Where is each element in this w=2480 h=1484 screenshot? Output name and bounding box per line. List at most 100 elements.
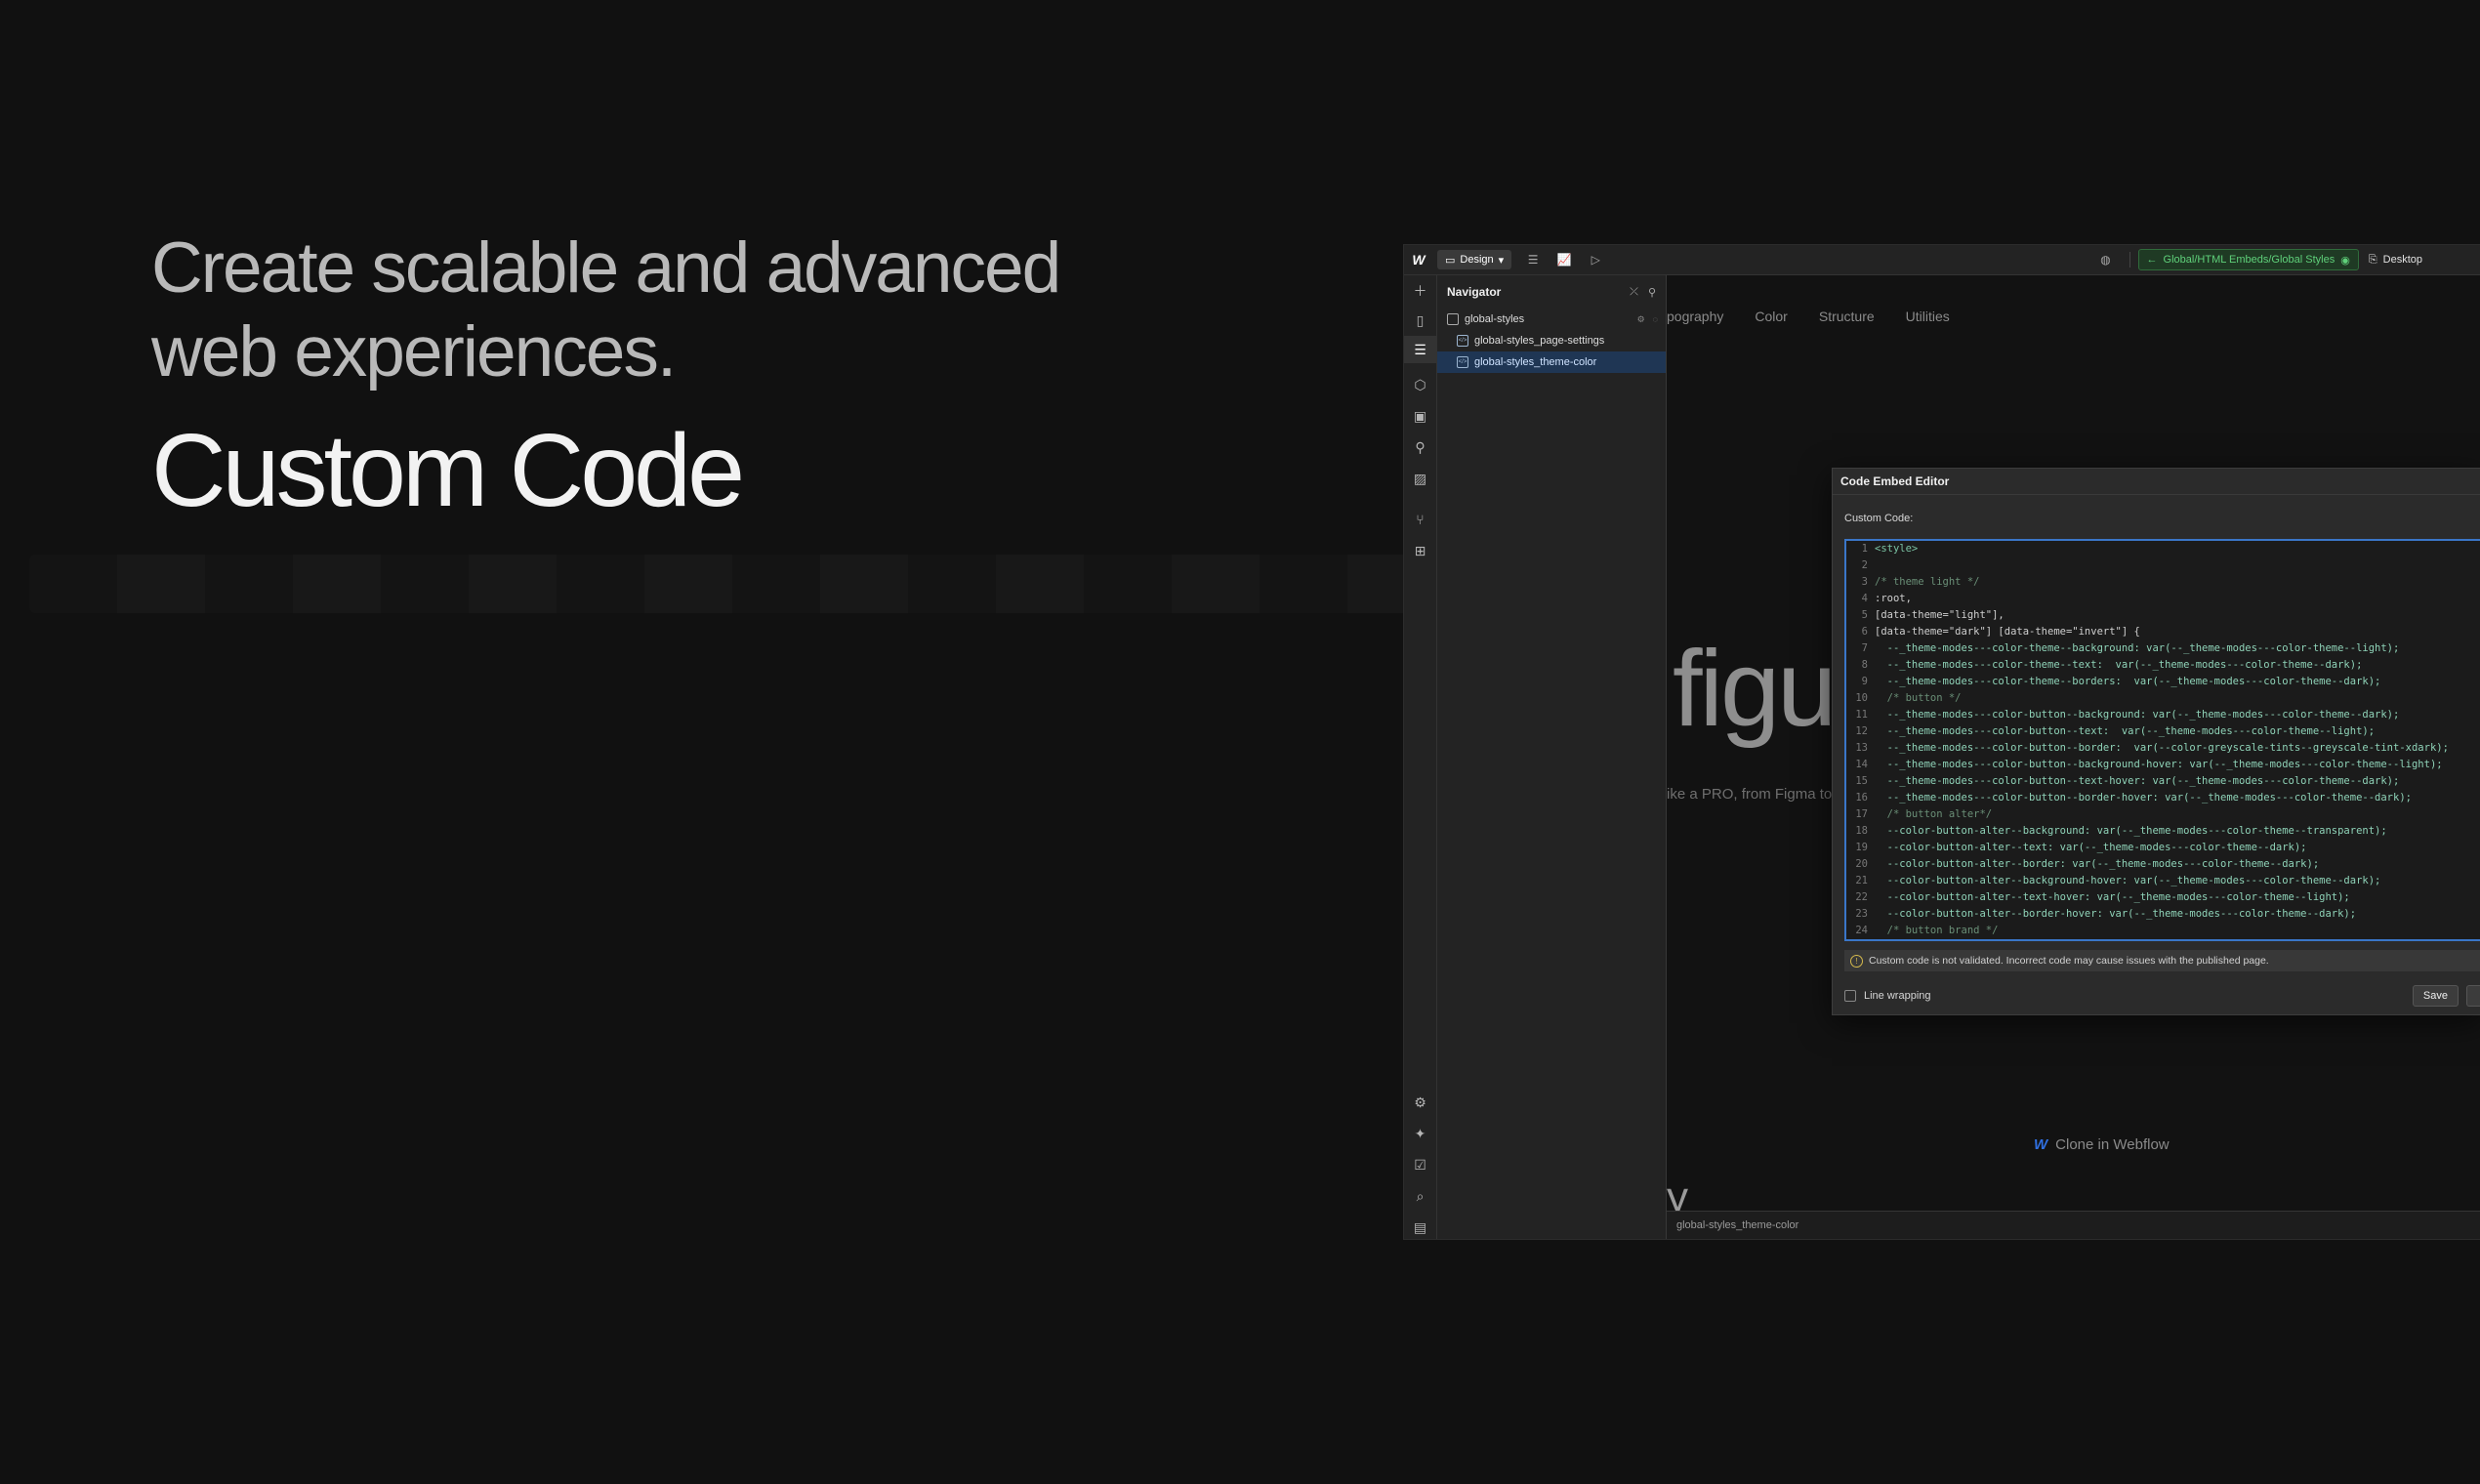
audit-icon[interactable]: ☑ (1404, 1151, 1436, 1178)
navigator-title: Navigator (1447, 285, 1502, 299)
components-icon[interactable]: ⬡ (1404, 371, 1436, 398)
modal-title[interactable]: Code Embed Editor (1833, 469, 2480, 495)
code-line[interactable]: 6 [data-theme="dark"] [data-theme="invert… (1846, 624, 2480, 640)
warning-icon: ! (1850, 954, 1863, 968)
breadcrumb-item[interactable]: global-styles_theme-color (1676, 1219, 1798, 1231)
add-icon[interactable]: ＋ (1404, 277, 1436, 305)
code-line[interactable]: 11 --_theme-modes---color-button--backgr… (1846, 707, 2480, 723)
settings-icon[interactable]: ⚙ (1637, 314, 1645, 325)
code-editor[interactable]: 1 <style> 2 3/* theme light */ 4 :root, 5 [data… (1844, 539, 2480, 941)
save-button[interactable]: Save (2412, 985, 2459, 1007)
code-line[interactable]: 9 --_theme-modes---color-theme--borders:… (1846, 674, 2480, 690)
code-text: /* button alter*/ (1875, 808, 1993, 820)
code-line[interactable]: 2 (1846, 557, 2480, 574)
line-number: 24 (1855, 925, 1868, 936)
canvas-fragment: y (1667, 1174, 1688, 1212)
code-line[interactable]: 19 --color-button-alter--text: var(--_th… (1846, 840, 2480, 856)
element-box-icon (1447, 313, 1459, 325)
code-line[interactable]: 3 /* theme light */ (1846, 574, 2480, 591)
canvas-tab[interactable]: Color (1755, 309, 1787, 324)
code-line[interactable]: 13 --_theme-modes---color-button--border… (1846, 740, 2480, 757)
canvas-tab[interactable]: Utilities (1906, 309, 1950, 324)
canvas-tab[interactable]: pography (1667, 309, 1723, 324)
embed-icon: </> (1457, 356, 1468, 368)
code-line[interactable]: 21 --color-button-alter--background-hove… (1846, 873, 2480, 889)
code-text: --color-button-alter--text: var(--_theme… (1875, 842, 2307, 853)
hero-title: Custom Code (151, 413, 745, 528)
line-number: 2 (1861, 559, 1868, 571)
styles-icon[interactable]: ▣ (1404, 402, 1436, 430)
left-toolbar: ＋ ▯ ☰ ⬡ ▣ ⚲ ▨ ⑂ ⊞ ⚙ ✦ ☑ ⌕ ▤ (1404, 275, 1437, 1239)
code-line[interactable]: 15 --_theme-modes---color-button--text-h… (1846, 773, 2480, 790)
code-line[interactable]: 18 --color-button-alter--background: var… (1846, 823, 2480, 840)
collapse-icon[interactable]: ⤫ (1630, 286, 1638, 299)
pages-icon[interactable]: ▯ (1404, 307, 1436, 334)
code-text: --color-button-alter--border: var(--_the… (1875, 858, 2320, 870)
code-line[interactable]: 10 /* button */ (1846, 690, 2480, 707)
code-line[interactable]: 8 --_theme-modes---color-theme--text: va… (1846, 657, 2480, 674)
settings-icon[interactable]: ⚙ (1404, 1089, 1436, 1116)
mode-switcher[interactable]: ▭ Design ▾ (1437, 250, 1512, 269)
preview-play-icon[interactable]: ▷ (1580, 245, 1611, 274)
code-text: /* button */ (1875, 692, 1962, 704)
assets-icon[interactable]: ▨ (1404, 465, 1436, 492)
pin-icon[interactable]: ⚲ (1648, 286, 1656, 299)
close-button[interactable] (2466, 985, 2480, 1007)
logic-icon[interactable]: ⑂ (1404, 506, 1436, 533)
chevron-down-icon: ▾ (1498, 254, 1505, 267)
line-wrapping-checkbox[interactable] (1844, 990, 1856, 1002)
visibility-icon[interactable]: ◌ (1653, 314, 1658, 324)
device-label: Desktop (2382, 254, 2422, 266)
code-text: --_theme-modes---color-button--border: v… (1875, 742, 2449, 754)
code-line[interactable]: 20 --color-button-alter--border: var(--_… (1846, 856, 2480, 873)
arrow-left-icon: ← (2146, 254, 2158, 266)
nav-item-label: global-styles_page-settings (1474, 335, 1605, 347)
cms-icon[interactable]: ☰ (1517, 245, 1549, 274)
site-plans-icon[interactable]: ▤ (1404, 1214, 1436, 1239)
nav-item-page-settings[interactable]: </> global-styles_page-settings (1437, 330, 1666, 351)
line-number: 15 (1855, 775, 1868, 787)
code-text: :root, (1875, 593, 1912, 604)
line-number: 10 (1855, 692, 1868, 704)
canvas-heading: figu (1673, 629, 1837, 749)
line-number: 4 (1861, 593, 1868, 604)
clone-in-webflow-link[interactable]: W Clone in Webflow (2034, 1136, 2170, 1153)
line-number: 20 (1855, 858, 1868, 870)
code-line[interactable]: 7 --_theme-modes---color-theme--backgrou… (1846, 640, 2480, 657)
code-line[interactable]: 22 --color-button-alter--text-hover: var… (1846, 889, 2480, 906)
code-line[interactable]: 17 /* button alter*/ (1846, 806, 2480, 823)
hero: Create scalable and advanced web experie… (151, 227, 1128, 529)
canvas-tab[interactable]: Structure (1819, 309, 1875, 324)
globe-icon[interactable]: ◍ (2090, 245, 2122, 274)
code-line[interactable]: 1 <style> (1846, 541, 2480, 557)
desktop-icon: ⎘ (2368, 253, 2377, 266)
line-number: 13 (1855, 742, 1868, 754)
webflow-logo-icon: W (2034, 1136, 2048, 1153)
code-line[interactable]: 14 --_theme-modes---color-button--backgr… (1846, 757, 2480, 773)
code-line[interactable]: 4 :root, (1846, 591, 2480, 607)
code-text: --_theme-modes---color-theme--text: var(… (1875, 659, 2363, 671)
code-text: --color-button-alter--text-hover: var(--… (1875, 891, 2350, 903)
line-number: 17 (1855, 808, 1868, 820)
nav-item-global-styles[interactable]: global-styles ⚙ ◌ (1437, 309, 1666, 330)
line-number: 1 (1861, 543, 1868, 555)
webflow-logo-icon[interactable]: W (1404, 245, 1433, 274)
code-line[interactable]: 16 --_theme-modes---color-button--border… (1846, 790, 2480, 806)
code-line[interactable]: 5 [data-theme="light"], (1846, 607, 2480, 624)
analytics-icon[interactable]: 📈 (1549, 245, 1580, 274)
breakpoint-selector[interactable]: ⎘ Desktop (2369, 254, 2422, 267)
apps-icon[interactable]: ⊞ (1404, 537, 1436, 564)
navigator-icon[interactable]: ☰ (1404, 336, 1436, 363)
line-number: 11 (1855, 709, 1868, 721)
line-number: 23 (1855, 908, 1868, 920)
variables-icon[interactable]: ⚲ (1404, 433, 1436, 461)
line-number: 16 (1855, 792, 1868, 804)
code-line[interactable]: 23 --color-button-alter--border-hover: v… (1846, 906, 2480, 923)
code-line[interactable]: 24 /* button brand */ (1846, 923, 2480, 939)
ai-assistant-icon[interactable]: ✦ (1404, 1120, 1436, 1147)
find-icon[interactable]: ⌕ (1404, 1182, 1436, 1210)
code-line[interactable]: 12 --_theme-modes---color-button--text: … (1846, 723, 2480, 740)
nav-item-theme-color[interactable]: </> global-styles_theme-color (1437, 351, 1666, 373)
code-text: --_theme-modes---color-button--backgroun… (1875, 709, 2400, 721)
component-path-badge[interactable]: ← Global/HTML Embeds/Global Styles ◉ (2137, 249, 2359, 270)
